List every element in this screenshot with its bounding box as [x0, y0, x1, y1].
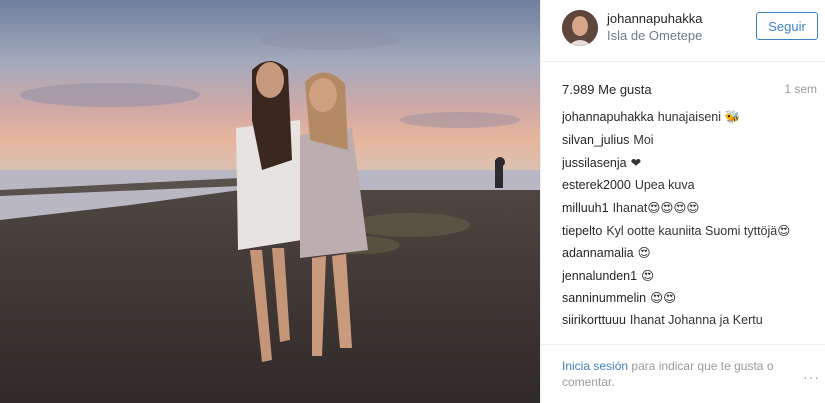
- login-link[interactable]: Inicia sesión: [562, 359, 628, 373]
- comment-text: 😍😍: [650, 291, 677, 305]
- comment-author[interactable]: milluuh1: [562, 201, 609, 215]
- comment-author[interactable]: silvan_julius: [562, 133, 629, 147]
- post-header: johannapuhakka Isla de Ometepe Seguir: [541, 0, 825, 62]
- avatar-image: [562, 10, 598, 46]
- comment: adannamalia 😍: [562, 245, 818, 268]
- comment: milluuh1 Ihanat😍😍😍😍: [562, 200, 818, 223]
- comment-author[interactable]: johannapuhakka: [562, 110, 654, 124]
- comment-text: Moi: [633, 132, 654, 147]
- comments-list[interactable]: johannapuhakka hunajaiseni 🐝 silvan_juliu…: [562, 110, 818, 342]
- comment-text: Ihanat Johanna ja Kertu: [629, 312, 763, 327]
- comment-author[interactable]: adannamalia: [562, 246, 634, 260]
- comment-text: Kyl ootte kauniita Suomi tyttöjä😍: [606, 223, 791, 238]
- comment-text: ❤: [630, 156, 642, 170]
- post-username[interactable]: johannapuhakka: [607, 11, 702, 26]
- comment-text: 😍: [641, 268, 655, 283]
- comment: sanninummelin 😍😍: [562, 290, 818, 313]
- avatar[interactable]: [562, 10, 598, 46]
- comment-author[interactable]: jussilasenja: [562, 156, 627, 170]
- comment-author[interactable]: jennalunden1: [562, 269, 637, 283]
- post-footer: Inicia sesión para indicar que te gusta …: [541, 344, 825, 403]
- post-sidebar: johannapuhakka Isla de Ometepe Seguir 7.…: [540, 0, 825, 403]
- comment: jennalunden1 😍: [562, 268, 818, 291]
- post-time[interactable]: 1 sem: [784, 82, 817, 96]
- comment: silvan_julius Moi: [562, 133, 818, 156]
- post-location[interactable]: Isla de Ometepe: [607, 28, 702, 43]
- comment-text: Upea kuva: [634, 177, 695, 192]
- comment-author[interactable]: tiepelto: [562, 224, 602, 238]
- comment-author[interactable]: esterek2000: [562, 178, 631, 192]
- comment: siirikorttuuu Ihanat Johanna ja Kertu: [562, 313, 818, 336]
- likes-count[interactable]: 7.989 Me gusta: [562, 82, 652, 97]
- post-photo[interactable]: [0, 0, 540, 403]
- beach-sunset-image: [0, 0, 540, 403]
- comment: jussilasenja ❤: [562, 155, 818, 178]
- comment: esterek2000 Upea kuva: [562, 178, 818, 201]
- more-options-icon[interactable]: ···: [803, 369, 820, 385]
- comment-author[interactable]: siirikorttuuu: [562, 313, 626, 327]
- follow-button[interactable]: Seguir: [756, 12, 818, 40]
- instagram-post: johannapuhakka Isla de Ometepe Seguir 7.…: [0, 0, 825, 403]
- login-prompt: Inicia sesión para indicar que te gusta …: [562, 358, 790, 390]
- comment-text: 😍: [637, 246, 651, 260]
- comment: johannapuhakka hunajaiseni 🐝: [562, 110, 818, 133]
- comment-author[interactable]: sanninummelin: [562, 291, 646, 305]
- comment-text: hunajaiseni 🐝: [657, 110, 741, 124]
- comment: tiepelto Kyl ootte kauniita Suomi tyttöjä…: [562, 223, 818, 246]
- comment-text: Ihanat😍😍😍😍: [612, 201, 700, 215]
